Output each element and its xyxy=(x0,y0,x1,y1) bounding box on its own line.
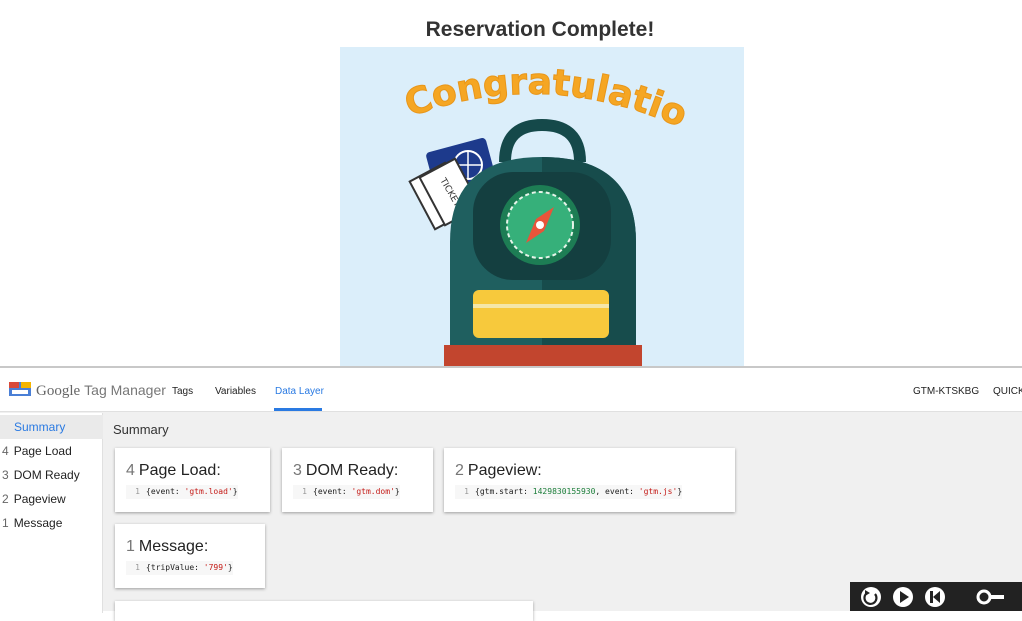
sidebar-item-message[interactable]: 1 Message xyxy=(0,511,103,535)
line-number: 1 xyxy=(464,487,469,496)
card-number: 2 xyxy=(455,462,464,479)
code-text: {event: xyxy=(146,487,185,496)
code-text: {gtm.start: xyxy=(475,487,533,496)
line-number: 1 xyxy=(135,487,140,496)
event-label: Message xyxy=(13,516,63,530)
code-text: } xyxy=(394,487,400,496)
confirmation-page: Reservation Complete! Congratulations! T… xyxy=(0,0,1022,366)
page-title: Reservation Complete! xyxy=(425,18,655,41)
code-text: } xyxy=(677,487,683,496)
quick-preview-button[interactable]: QUICK xyxy=(993,386,1022,397)
code-string: 'gtm.js' xyxy=(638,487,678,496)
event-label: DOM Ready xyxy=(13,468,80,482)
code-string: '799' xyxy=(203,563,228,572)
event-card-page-load[interactable]: 4 Page Load: 1 {event: 'gtm.load'} xyxy=(115,448,270,512)
congratulations-illustration: Congratulations! TICKET xyxy=(340,47,744,366)
code-text: {tripValue: xyxy=(146,563,204,572)
play-icon[interactable] xyxy=(892,586,914,608)
key-icon[interactable] xyxy=(976,586,1006,608)
gtm-brand[interactable]: Google Tag Manager xyxy=(36,382,166,400)
gtm-logo-icon xyxy=(9,382,31,396)
code-string: 'gtm.load' xyxy=(184,487,233,496)
event-label: Pageview xyxy=(13,492,66,506)
event-label: Page Load xyxy=(13,444,72,458)
event-number: 4 xyxy=(2,444,9,458)
event-card-dom-ready[interactable]: 3 DOM Ready: 1 {event: 'gtm.dom'} xyxy=(282,448,433,512)
event-number: 1 xyxy=(2,516,9,530)
code-text: } xyxy=(232,487,238,496)
card-number: 3 xyxy=(293,462,302,479)
event-number: 2 xyxy=(2,492,9,506)
sidebar-item-dom-ready[interactable]: 3 DOM Ready xyxy=(0,463,103,487)
gtm-header: Google Tag Manager Tags Variables Data La… xyxy=(0,368,1022,412)
tab-variables[interactable]: Variables xyxy=(215,386,256,397)
code-line: 1 {event: 'gtm.dom'} xyxy=(293,485,400,499)
skip-back-icon[interactable] xyxy=(924,586,946,608)
code-line: 1 {event: 'gtm.load'} xyxy=(126,485,238,499)
card-title: 1 Message: xyxy=(126,538,208,556)
card-label: Message: xyxy=(138,538,209,555)
event-card-message[interactable]: 1 Message: 1 {tripValue: '799'} xyxy=(115,524,265,588)
card-number: 1 xyxy=(126,538,135,555)
gtm-debug-panel: Google Tag Manager Tags Variables Data La… xyxy=(0,366,1022,621)
sidebar-item-summary[interactable]: Summary xyxy=(0,415,103,439)
sidebar-item-page-load[interactable]: 4 Page Load xyxy=(0,439,103,463)
code-line: 1 {tripValue: '799'} xyxy=(126,561,233,575)
card-label: DOM Ready: xyxy=(305,462,399,479)
backpack-handle xyxy=(499,118,586,163)
line-number: 1 xyxy=(135,563,140,572)
replay-icon[interactable] xyxy=(860,586,882,608)
event-card-pageview[interactable]: 2 Pageview: 1 {gtm.start: 1429830155930, e… xyxy=(444,448,735,512)
card-number: 4 xyxy=(126,462,135,479)
card-title: 4 Page Load: xyxy=(126,462,221,480)
code-string: 'gtm.dom' xyxy=(351,487,395,496)
code-text: } xyxy=(227,563,233,572)
card-title: 3 DOM Ready: xyxy=(293,462,398,480)
event-sidebar: Summary 4 Page Load 3 DOM Ready 2 Pageview … xyxy=(0,413,103,613)
congratulations-text: Congratulations! xyxy=(340,47,693,136)
event-number: 3 xyxy=(2,468,9,482)
line-number: 1 xyxy=(302,487,307,496)
code-line: 1 {gtm.start: 1429830155930, event: 'gtm.… xyxy=(455,485,683,499)
backpack-pocket xyxy=(473,290,609,338)
code-number: 1429830155930 xyxy=(532,487,596,496)
active-tab-indicator xyxy=(274,408,322,411)
sidebar-item-pageview[interactable]: 2 Pageview xyxy=(0,487,103,511)
code-text: {event: xyxy=(313,487,352,496)
brand-product: Tag Manager xyxy=(84,382,166,398)
tab-tags[interactable]: Tags xyxy=(172,386,193,397)
tab-data-layer[interactable]: Data Layer xyxy=(275,386,324,397)
container-id[interactable]: GTM-KTSKBG xyxy=(913,386,979,397)
card-title: 2 Pageview: xyxy=(455,462,542,480)
summary-title: Summary xyxy=(113,422,169,437)
card-label: Page Load: xyxy=(138,462,221,479)
code-text: , event: xyxy=(595,487,639,496)
playback-controls xyxy=(850,582,1022,611)
variables-card xyxy=(115,601,533,621)
card-label: Pageview: xyxy=(467,462,542,479)
brand-google: Google xyxy=(36,383,81,399)
